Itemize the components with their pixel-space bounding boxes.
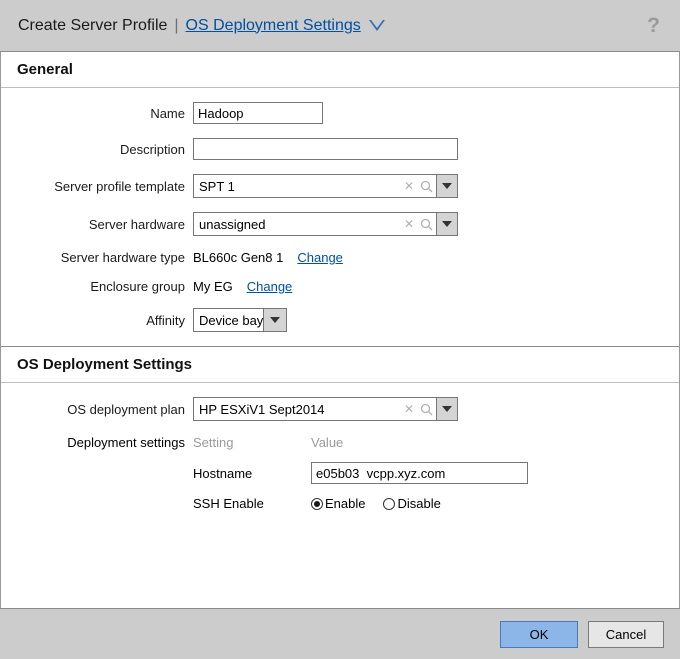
row-description: Description	[1, 138, 679, 160]
breadcrumb-current-link[interactable]: OS Deployment Settings	[186, 17, 361, 35]
enclosure-group-label: Enclosure group	[90, 279, 185, 294]
os-deployment-section-title: OS Deployment Settings	[1, 347, 679, 383]
affinity-value: Device bay	[199, 312, 264, 328]
ssh-enable-option-label-enable: Enable	[325, 496, 366, 511]
row-name: Name	[1, 102, 679, 124]
row-enclosure-group: Enclosure group My EG Change	[1, 279, 679, 294]
hostname-input[interactable]	[311, 462, 528, 484]
deployment-settings-header-row: Deployment settings Setting Value	[1, 435, 679, 450]
os-deployment-plan-combo[interactable]: HP ESXiV1 Sept2014 ✕	[193, 397, 458, 421]
dialog-titlebar: Create Server Profile | OS Deployment Se…	[0, 0, 680, 52]
breadcrumb-root: Create Server Profile	[18, 16, 168, 34]
row-affinity: Affinity Device bay	[1, 308, 679, 332]
row-server-hardware: Server hardware unassigned ✕	[1, 212, 679, 236]
server-hardware-type-value: BL660c Gen8 1	[193, 250, 284, 265]
caret-down-icon	[442, 183, 452, 189]
server-hardware-label: Server hardware	[88, 216, 185, 232]
enclosure-group-value: My EG	[193, 279, 233, 294]
create-server-profile-dialog: Create Server Profile | OS Deployment Se…	[0, 0, 680, 659]
row-server-hardware-type: Server hardware type BL660c Gen8 1 Chang…	[1, 250, 679, 265]
magnifier-icon[interactable]	[416, 213, 436, 235]
server-hardware-value: unassigned	[199, 216, 266, 232]
ssh-enable-radio-enable[interactable]: Enable	[311, 496, 365, 511]
caret-down-icon	[270, 317, 281, 323]
os-deployment-plan-value: HP ESXiV1 Sept2014	[199, 401, 325, 417]
ssh-enable-option-label-disable: Disable	[397, 496, 441, 511]
x-clear-icon[interactable]: ✕	[402, 175, 416, 197]
name-label: Name	[150, 105, 185, 121]
description-label: Description	[119, 141, 185, 157]
server-hardware-dropdown-button[interactable]	[436, 213, 457, 235]
affinity-label: Affinity	[146, 312, 185, 328]
server-hardware-type-label: Server hardware type	[60, 250, 185, 265]
ok-button[interactable]: OK	[500, 620, 578, 648]
server-profile-template-dropdown-button[interactable]	[436, 175, 457, 197]
column-header-setting: Setting	[193, 435, 234, 450]
os-deployment-plan-dropdown-button[interactable]	[436, 398, 457, 420]
breadcrumb-separator: |	[174, 16, 179, 34]
server-profile-template-label: Server profile template	[54, 178, 185, 194]
column-header-value: Value	[311, 435, 344, 450]
server-profile-template-value: SPT 1	[199, 178, 235, 194]
dialog-footer: OK Cancel	[0, 608, 680, 659]
ssh-enable-radio-group: Enable Disable	[311, 496, 459, 511]
table-row-hostname: Hostname	[1, 462, 679, 484]
x-clear-icon[interactable]: ✕	[402, 213, 416, 235]
os-deployment-section-body: OS deployment plan HP ESXiV1 Sept2014 ✕	[1, 383, 679, 523]
radio-unselected-icon	[383, 497, 396, 510]
magnifier-icon[interactable]	[416, 175, 436, 197]
hostname-setting-label: Hostname	[193, 465, 253, 481]
caret-down-icon	[442, 221, 452, 227]
help-icon[interactable]: ?	[647, 15, 666, 36]
radio-selected-icon	[311, 497, 323, 510]
general-section-title: General	[1, 52, 679, 88]
ssh-enable-radio-disable[interactable]: Disable	[383, 496, 441, 511]
ssh-enable-setting-label: SSH Enable	[193, 496, 264, 511]
enclosure-group-change-link[interactable]: Change	[247, 279, 293, 294]
server-hardware-combo[interactable]: unassigned ✕	[193, 212, 458, 236]
affinity-dropdown-button[interactable]	[263, 309, 286, 331]
x-clear-icon[interactable]: ✕	[402, 398, 416, 420]
cancel-button[interactable]: Cancel	[588, 620, 664, 648]
magnifier-icon[interactable]	[416, 398, 436, 420]
caret-down-icon	[442, 406, 452, 412]
deployment-settings-table: Deployment settings Setting Value Hostna…	[1, 435, 679, 523]
affinity-select[interactable]: Device bay	[193, 308, 287, 332]
dialog-body: General Name Description Server profile …	[0, 52, 680, 608]
chevron-down-icon[interactable]	[368, 19, 385, 32]
name-input[interactable]	[193, 102, 323, 124]
server-profile-template-combo[interactable]: SPT 1 ✕	[193, 174, 458, 198]
row-os-deployment-plan: OS deployment plan HP ESXiV1 Sept2014 ✕	[1, 397, 679, 421]
description-input[interactable]	[193, 138, 458, 160]
deployment-settings-label: Deployment settings	[67, 435, 185, 450]
server-hardware-type-change-link[interactable]: Change	[297, 250, 343, 265]
row-server-profile-template: Server profile template SPT 1 ✕	[1, 174, 679, 198]
general-section-body: Name Description Server profile template…	[1, 88, 679, 347]
table-row-ssh-enable: SSH Enable Enable Disable	[1, 496, 679, 511]
os-deployment-plan-label: OS deployment plan	[67, 401, 185, 417]
